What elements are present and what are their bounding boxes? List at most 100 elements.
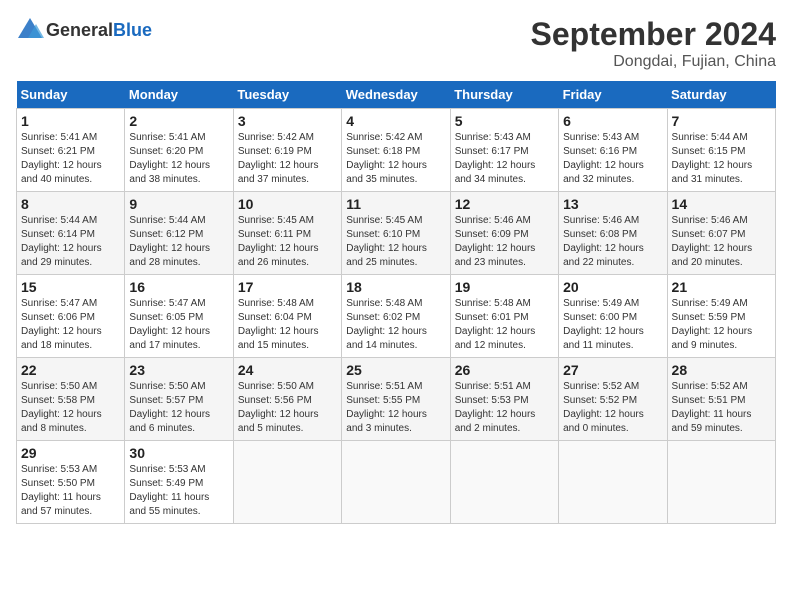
day-number: 5 bbox=[455, 113, 554, 129]
day-info: Sunrise: 5:51 AM Sunset: 5:53 PM Dayligh… bbox=[455, 380, 554, 436]
calendar-cell: 7 Sunrise: 5:44 AM Sunset: 6:15 PM Daylig… bbox=[667, 109, 775, 192]
day-number: 6 bbox=[563, 113, 662, 129]
calendar-cell: 14Sunrise: 5:46 AM Sunset: 6:07 PM Dayli… bbox=[667, 192, 775, 275]
day-info: Sunrise: 5:50 AM Sunset: 5:58 PM Dayligh… bbox=[21, 380, 120, 436]
day-number: 20 bbox=[563, 279, 662, 295]
day-number: 7 bbox=[672, 113, 771, 129]
calendar-cell: 30Sunrise: 5:53 AM Sunset: 5:49 PM Dayli… bbox=[125, 441, 233, 524]
calendar-cell bbox=[233, 441, 341, 524]
day-number: 4 bbox=[346, 113, 445, 129]
calendar-cell bbox=[450, 441, 558, 524]
day-number: 10 bbox=[238, 196, 337, 212]
day-number: 13 bbox=[563, 196, 662, 212]
calendar-cell: 4 Sunrise: 5:42 AM Sunset: 6:18 PM Daylig… bbox=[342, 109, 450, 192]
day-number: 12 bbox=[455, 196, 554, 212]
calendar-cell: 16 Sunrise: 5:47 AM Sunset: 6:05 PM Dayli… bbox=[125, 275, 233, 358]
calendar-cell: 6 Sunrise: 5:43 AM Sunset: 6:16 PM Daylig… bbox=[559, 109, 667, 192]
calendar-cell: 9 Sunrise: 5:44 AM Sunset: 6:12 PM Daylig… bbox=[125, 192, 233, 275]
day-number: 19 bbox=[455, 279, 554, 295]
logo: GeneralBlue bbox=[16, 16, 152, 44]
day-info: Sunrise: 5:49 AM Sunset: 6:00 PM Dayligh… bbox=[563, 297, 662, 353]
calendar-cell bbox=[342, 441, 450, 524]
calendar-cell bbox=[559, 441, 667, 524]
day-info: Sunrise: 5:45 AM Sunset: 6:10 PM Dayligh… bbox=[346, 214, 445, 270]
day-number: 16 bbox=[129, 279, 228, 295]
day-number: 2 bbox=[129, 113, 228, 129]
calendar-cell: 2 Sunrise: 5:41 AM Sunset: 6:20 PM Daylig… bbox=[125, 109, 233, 192]
calendar-cell: 12 Sunrise: 5:46 AM Sunset: 6:09 PM Dayli… bbox=[450, 192, 558, 275]
day-info: Sunrise: 5:41 AM Sunset: 6:20 PM Dayligh… bbox=[129, 131, 228, 187]
day-info: Sunrise: 5:52 AM Sunset: 5:51 PM Dayligh… bbox=[672, 380, 771, 436]
header-day-tuesday: Tuesday bbox=[233, 81, 341, 109]
day-number: 1 bbox=[21, 113, 120, 129]
day-info: Sunrise: 5:46 AM Sunset: 6:09 PM Dayligh… bbox=[455, 214, 554, 270]
header-day-wednesday: Wednesday bbox=[342, 81, 450, 109]
day-number: 29 bbox=[21, 445, 120, 461]
location-title: Dongdai, Fujian, China bbox=[531, 53, 776, 71]
header: GeneralBlue September 2024 Dongdai, Fuji… bbox=[16, 16, 776, 71]
day-info: Sunrise: 5:44 AM Sunset: 6:15 PM Dayligh… bbox=[672, 131, 771, 187]
day-number: 22 bbox=[21, 362, 120, 378]
day-info: Sunrise: 5:48 AM Sunset: 6:02 PM Dayligh… bbox=[346, 297, 445, 353]
calendar-cell: 8Sunrise: 5:44 AM Sunset: 6:14 PM Daylig… bbox=[17, 192, 125, 275]
calendar-cell: 25 Sunrise: 5:51 AM Sunset: 5:55 PM Dayli… bbox=[342, 358, 450, 441]
week-row-3: 15Sunrise: 5:47 AM Sunset: 6:06 PM Dayli… bbox=[17, 275, 776, 358]
week-row-2: 8Sunrise: 5:44 AM Sunset: 6:14 PM Daylig… bbox=[17, 192, 776, 275]
day-info: Sunrise: 5:48 AM Sunset: 6:01 PM Dayligh… bbox=[455, 297, 554, 353]
calendar-cell: 11 Sunrise: 5:45 AM Sunset: 6:10 PM Dayli… bbox=[342, 192, 450, 275]
day-number: 11 bbox=[346, 196, 445, 212]
day-info: Sunrise: 5:50 AM Sunset: 5:56 PM Dayligh… bbox=[238, 380, 337, 436]
title-area: September 2024 Dongdai, Fujian, China bbox=[531, 16, 776, 71]
calendar-cell bbox=[667, 441, 775, 524]
header-row: SundayMondayTuesdayWednesdayThursdayFrid… bbox=[17, 81, 776, 109]
day-number: 28 bbox=[672, 362, 771, 378]
week-row-1: 1 Sunrise: 5:41 AM Sunset: 6:21 PM Daylig… bbox=[17, 109, 776, 192]
month-title: September 2024 bbox=[531, 16, 776, 53]
calendar-cell: 20 Sunrise: 5:49 AM Sunset: 6:00 PM Dayli… bbox=[559, 275, 667, 358]
calendar-cell: 17 Sunrise: 5:48 AM Sunset: 6:04 PM Dayli… bbox=[233, 275, 341, 358]
calendar-cell: 24 Sunrise: 5:50 AM Sunset: 5:56 PM Dayli… bbox=[233, 358, 341, 441]
header-day-friday: Friday bbox=[559, 81, 667, 109]
calendar-cell: 1 Sunrise: 5:41 AM Sunset: 6:21 PM Daylig… bbox=[17, 109, 125, 192]
day-info: Sunrise: 5:45 AM Sunset: 6:11 PM Dayligh… bbox=[238, 214, 337, 270]
calendar-cell: 5 Sunrise: 5:43 AM Sunset: 6:17 PM Daylig… bbox=[450, 109, 558, 192]
day-number: 21 bbox=[672, 279, 771, 295]
day-number: 15 bbox=[21, 279, 120, 295]
day-number: 26 bbox=[455, 362, 554, 378]
day-info: Sunrise: 5:48 AM Sunset: 6:04 PM Dayligh… bbox=[238, 297, 337, 353]
day-number: 9 bbox=[129, 196, 228, 212]
day-info: Sunrise: 5:43 AM Sunset: 6:17 PM Dayligh… bbox=[455, 131, 554, 187]
calendar-cell: 21Sunrise: 5:49 AM Sunset: 5:59 PM Dayli… bbox=[667, 275, 775, 358]
day-info: Sunrise: 5:42 AM Sunset: 6:18 PM Dayligh… bbox=[346, 131, 445, 187]
day-number: 24 bbox=[238, 362, 337, 378]
day-info: Sunrise: 5:52 AM Sunset: 5:52 PM Dayligh… bbox=[563, 380, 662, 436]
calendar-cell: 10 Sunrise: 5:45 AM Sunset: 6:11 PM Dayli… bbox=[233, 192, 341, 275]
day-info: Sunrise: 5:51 AM Sunset: 5:55 PM Dayligh… bbox=[346, 380, 445, 436]
day-info: Sunrise: 5:41 AM Sunset: 6:21 PM Dayligh… bbox=[21, 131, 120, 187]
calendar-cell: 3 Sunrise: 5:42 AM Sunset: 6:19 PM Daylig… bbox=[233, 109, 341, 192]
day-info: Sunrise: 5:53 AM Sunset: 5:49 PM Dayligh… bbox=[129, 463, 228, 519]
day-info: Sunrise: 5:44 AM Sunset: 6:14 PM Dayligh… bbox=[21, 214, 120, 270]
day-number: 17 bbox=[238, 279, 337, 295]
day-info: Sunrise: 5:44 AM Sunset: 6:12 PM Dayligh… bbox=[129, 214, 228, 270]
header-day-thursday: Thursday bbox=[450, 81, 558, 109]
week-row-4: 22 Sunrise: 5:50 AM Sunset: 5:58 PM Dayli… bbox=[17, 358, 776, 441]
day-number: 14 bbox=[672, 196, 771, 212]
calendar-cell: 15Sunrise: 5:47 AM Sunset: 6:06 PM Dayli… bbox=[17, 275, 125, 358]
day-number: 18 bbox=[346, 279, 445, 295]
calendar-cell: 27Sunrise: 5:52 AM Sunset: 5:52 PM Dayli… bbox=[559, 358, 667, 441]
day-info: Sunrise: 5:47 AM Sunset: 6:05 PM Dayligh… bbox=[129, 297, 228, 353]
logo-text: GeneralBlue bbox=[46, 20, 152, 41]
day-number: 23 bbox=[129, 362, 228, 378]
calendar-cell: 19 Sunrise: 5:48 AM Sunset: 6:01 PM Dayli… bbox=[450, 275, 558, 358]
week-row-5: 29Sunrise: 5:53 AM Sunset: 5:50 PM Dayli… bbox=[17, 441, 776, 524]
day-info: Sunrise: 5:42 AM Sunset: 6:19 PM Dayligh… bbox=[238, 131, 337, 187]
day-number: 3 bbox=[238, 113, 337, 129]
day-info: Sunrise: 5:43 AM Sunset: 6:16 PM Dayligh… bbox=[563, 131, 662, 187]
header-day-sunday: Sunday bbox=[17, 81, 125, 109]
logo-icon bbox=[16, 16, 44, 44]
calendar-cell: 29Sunrise: 5:53 AM Sunset: 5:50 PM Dayli… bbox=[17, 441, 125, 524]
calendar-cell: 23Sunrise: 5:50 AM Sunset: 5:57 PM Dayli… bbox=[125, 358, 233, 441]
calendar-cell: 26 Sunrise: 5:51 AM Sunset: 5:53 PM Dayli… bbox=[450, 358, 558, 441]
day-number: 25 bbox=[346, 362, 445, 378]
